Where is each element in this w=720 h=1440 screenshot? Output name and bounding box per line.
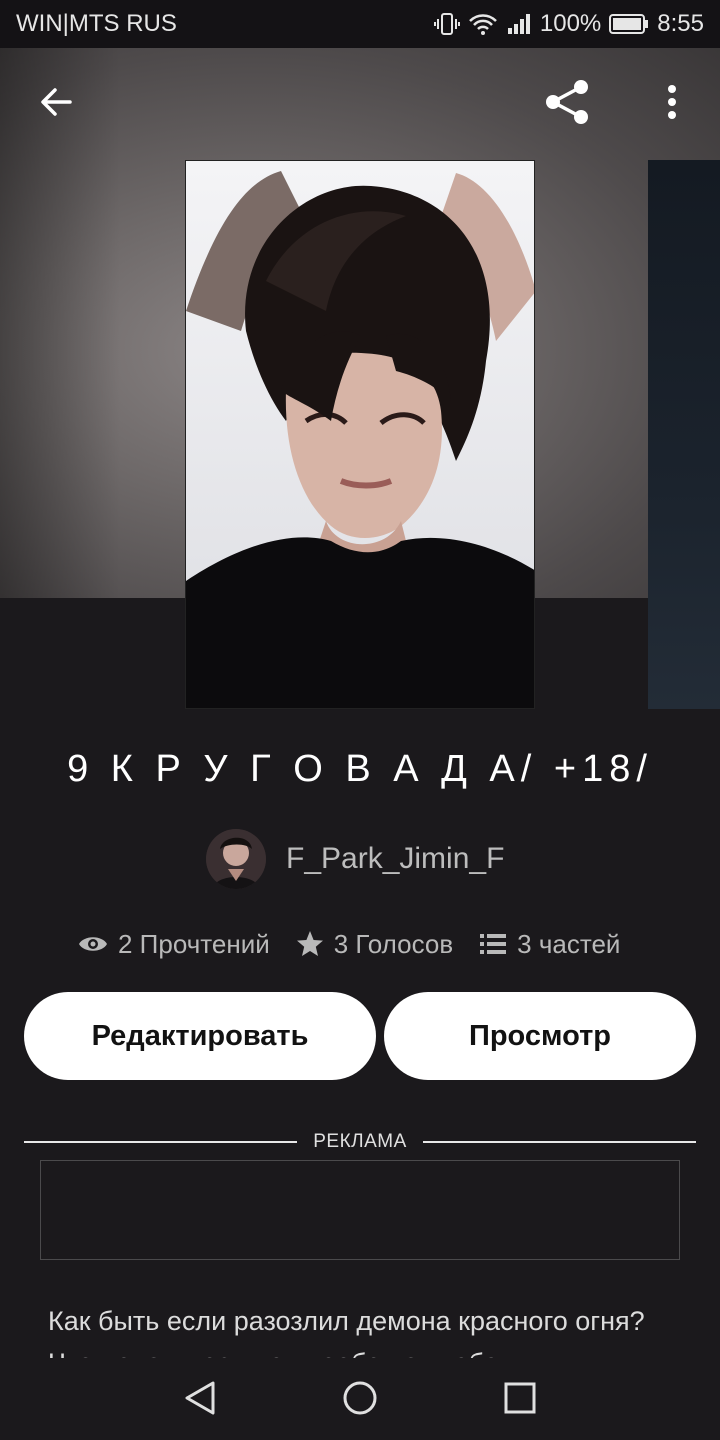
- back-arrow-icon: [38, 84, 74, 125]
- toolbar: [0, 48, 720, 160]
- next-cover-peek[interactable]: [648, 160, 720, 709]
- system-nav-bar: [0, 1358, 720, 1440]
- story-cover[interactable]: [185, 160, 535, 709]
- more-vert-icon: [666, 84, 678, 125]
- parts-count: 3 частей: [517, 928, 621, 959]
- list-icon: [479, 932, 507, 956]
- avatar: [206, 829, 266, 889]
- ad-header: РЕКЛАМА: [24, 1128, 696, 1156]
- reads-stat: 2 Прочтений: [78, 929, 270, 960]
- back-button[interactable]: [24, 78, 88, 130]
- author-link[interactable]: F_Park_Jimin_F: [206, 828, 504, 890]
- votes-count: 3 Голосов: [333, 928, 454, 959]
- votes-stat: 3 Голосов: [296, 929, 453, 960]
- nav-back-button[interactable]: [176, 1376, 224, 1424]
- vibrate-icon: [433, 12, 460, 36]
- signal-icon: [506, 12, 532, 36]
- status-icons: 100% 8:55: [433, 10, 704, 38]
- status-bar: WIN|MTS RUS 100% 8:55: [0, 0, 720, 48]
- divider: [422, 1141, 696, 1143]
- reads-count: 2 Прочтений: [118, 928, 270, 959]
- ad-slot[interactable]: [40, 1160, 680, 1260]
- nav-home-icon: [342, 1380, 378, 1421]
- more-options-button[interactable]: [646, 74, 698, 134]
- share-button[interactable]: [536, 74, 600, 134]
- nav-recent-button[interactable]: [496, 1376, 544, 1424]
- battery-label: 100%: [539, 10, 602, 37]
- wifi-icon: [468, 12, 498, 36]
- eye-icon: [78, 933, 108, 955]
- star-icon: [296, 930, 324, 958]
- author-name: F_Park_Jimin_F: [286, 842, 505, 875]
- story-title: 9 К Р У Г О В А Д А/ +18/: [67, 748, 653, 790]
- clock: 8:55: [657, 10, 704, 37]
- battery-icon: [609, 13, 649, 35]
- view-button[interactable]: Просмотр: [384, 992, 696, 1080]
- edit-button[interactable]: Редактировать: [24, 992, 376, 1080]
- nav-back-icon: [183, 1380, 217, 1421]
- story-description: Как быть если разозлил демона красного о…: [48, 1306, 645, 1362]
- nav-recent-icon: [504, 1382, 536, 1419]
- nav-home-button[interactable]: [336, 1376, 384, 1424]
- carrier-label: WIN|MTS RUS: [16, 10, 177, 37]
- share-icon: [543, 77, 593, 132]
- ad-label: РЕКЛАМА: [313, 1131, 407, 1152]
- divider: [24, 1141, 298, 1143]
- story-stats: 2 Прочтений 3 Голосов 3 частей: [78, 924, 646, 964]
- parts-stat: 3 частей: [479, 929, 620, 960]
